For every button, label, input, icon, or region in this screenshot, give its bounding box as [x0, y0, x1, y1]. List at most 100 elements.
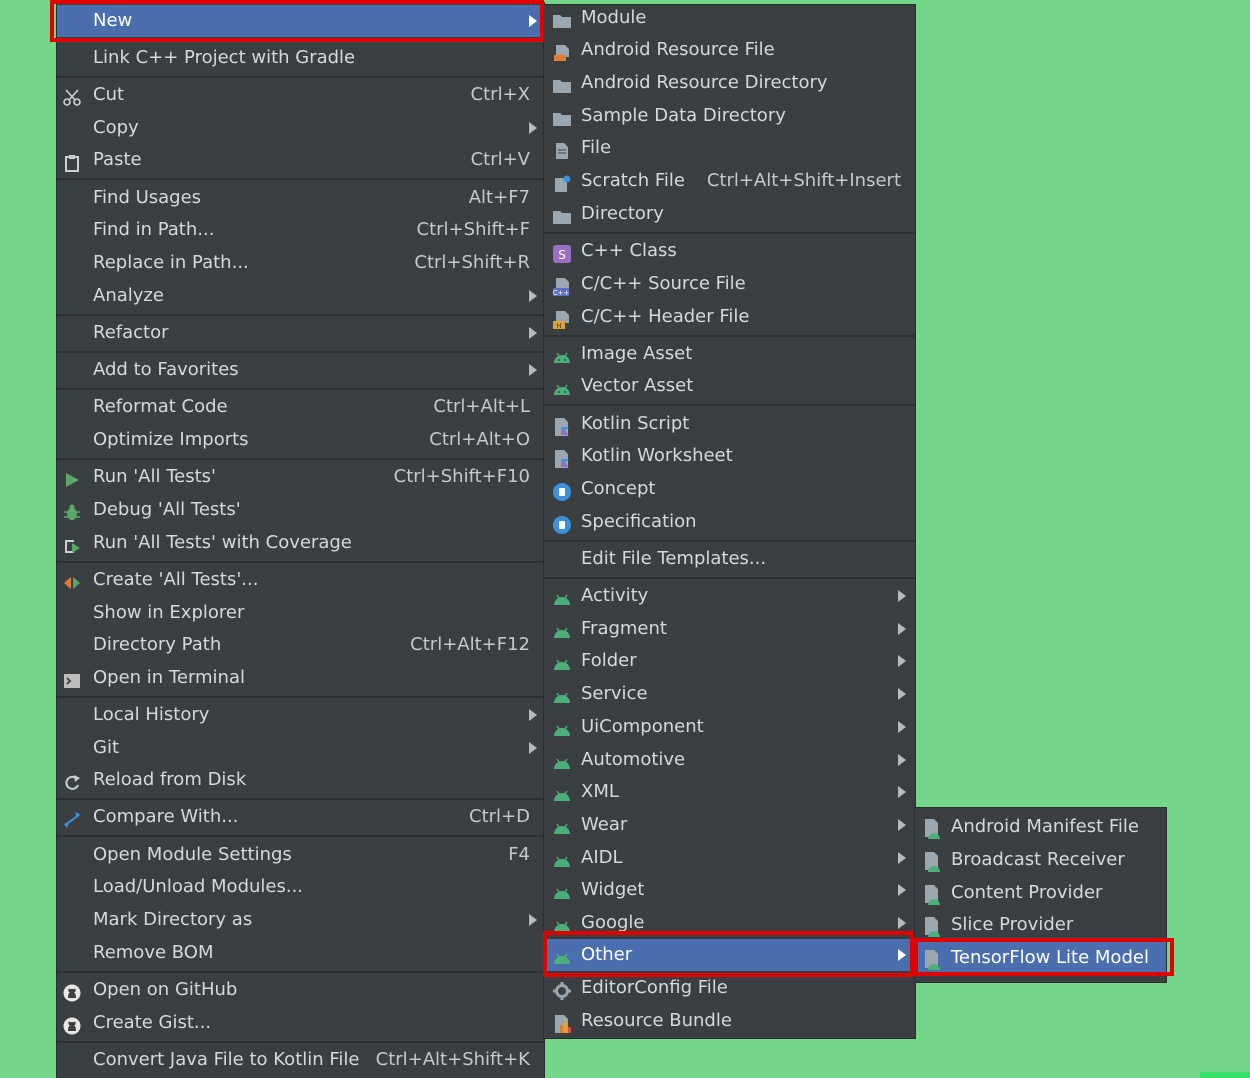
menu-item-sample-data-directory[interactable]: Sample Data Directory: [544, 100, 915, 132]
menu-item-label: Find Usages: [93, 187, 202, 208]
menu-item-copy[interactable]: Copy: [57, 112, 544, 144]
menu-item-android-manifest-file[interactable]: Android Manifest File: [915, 811, 1166, 843]
menu-item-find-usages[interactable]: Find Usages Alt+F7: [57, 182, 544, 214]
menu-item-module[interactable]: Module: [544, 2, 915, 34]
gear-icon: [552, 979, 571, 1000]
menu-item-paste[interactable]: Paste Ctrl+V: [57, 144, 544, 176]
resource-file-icon: [552, 41, 570, 61]
menu-item-link-cpp[interactable]: Link C++ Project with Gradle: [57, 42, 544, 74]
reload-icon: [63, 771, 81, 790]
menu-item-slice-provider[interactable]: Slice Provider: [915, 909, 1166, 941]
menu-item-other[interactable]: Other: [544, 939, 915, 971]
file-icon: [552, 139, 570, 159]
menu-item-vector-asset[interactable]: Vector Asset: [544, 370, 915, 402]
menu-separator: [57, 458, 544, 460]
menu-item-label: Load/Unload Modules...: [93, 876, 304, 897]
menu-item-concept[interactable]: Concept: [544, 473, 915, 505]
menu-item-label: Image Asset: [581, 343, 693, 364]
menu-item-widget[interactable]: Widget: [544, 874, 915, 906]
menu-item-editorconfig-file[interactable]: EditorConfig File: [544, 972, 915, 1004]
menu-item-create-gist[interactable]: Create Gist...: [57, 1007, 544, 1039]
menu-item-label: Kotlin Worksheet: [581, 445, 733, 466]
menu-item-fragment[interactable]: Fragment: [544, 613, 915, 645]
menu-item-android-resource-file[interactable]: Android Resource File: [544, 34, 915, 66]
menu-item-label: Edit File Templates...: [581, 548, 767, 569]
menu-item-debug-all-tests[interactable]: Debug 'All Tests': [57, 494, 544, 526]
menu-item-android-resource-directory[interactable]: Android Resource Directory: [544, 67, 915, 99]
menu-item-label: Module: [581, 7, 647, 28]
menu-item-automotive[interactable]: Automotive: [544, 744, 915, 776]
menu-item-run-with-coverage[interactable]: Run 'All Tests' with Coverage: [57, 527, 544, 559]
menu-item-open-on-github[interactable]: Open on GitHub: [57, 974, 544, 1006]
menu-item-directory-path[interactable]: Directory Path Ctrl+Alt+F12: [57, 629, 544, 661]
menu-item-find-in-path[interactable]: Find in Path... Ctrl+Shift+F: [57, 214, 544, 246]
menu-item-label: Add to Favorites: [93, 359, 239, 380]
menu-item-uicomponent[interactable]: UiComponent: [544, 711, 915, 743]
folder-icon: [552, 74, 571, 93]
menu-item-refactor[interactable]: Refactor: [57, 317, 544, 349]
cpp-class-icon: S: [552, 242, 571, 263]
menu-item-xml[interactable]: XML: [544, 776, 915, 808]
menu-item-tensorflow-lite-model[interactable]: TensorFlow Lite Model: [915, 942, 1166, 974]
menu-item-local-history[interactable]: Local History: [57, 699, 544, 731]
menu-item-label: C++ Class: [581, 240, 677, 261]
menu-item-git[interactable]: Git: [57, 732, 544, 764]
menu-item-load-unload-modules[interactable]: Load/Unload Modules...: [57, 871, 544, 903]
menu-item-run-all-tests[interactable]: Run 'All Tests' Ctrl+Shift+F10: [57, 461, 544, 493]
submenu-arrow-icon: [898, 655, 906, 667]
menu-item-file[interactable]: File: [544, 132, 915, 164]
menu-item-activity[interactable]: Activity: [544, 580, 915, 612]
menu-separator: [57, 351, 544, 353]
menu-item-label: Android Resource Directory: [581, 72, 828, 93]
menu-separator: [57, 1041, 544, 1043]
menu-item-replace-in-path[interactable]: Replace in Path... Ctrl+Shift+R: [57, 247, 544, 279]
menu-item-label: Cut: [93, 84, 125, 105]
menu-item-create-all-tests[interactable]: Create 'All Tests'...: [57, 564, 544, 596]
menu-item-show-in-explorer[interactable]: Show in Explorer: [57, 597, 544, 629]
menu-item-add-to-favorites[interactable]: Add to Favorites: [57, 354, 544, 386]
menu-item-reload-from-disk[interactable]: Reload from Disk: [57, 764, 544, 796]
menu-item-folder[interactable]: Folder: [544, 645, 915, 677]
menu-item-label: Local History: [93, 704, 210, 725]
menu-item-convert-java-to-kotlin[interactable]: Convert Java File to Kotlin File Ctrl+Alt…: [57, 1044, 544, 1076]
menu-item-cut[interactable]: Cut Ctrl+X: [57, 79, 544, 111]
menu-item-image-asset[interactable]: Image Asset: [544, 338, 915, 370]
menu-item-compare-with[interactable]: Compare With... Ctrl+D: [57, 801, 544, 833]
menu-item-remove-bom[interactable]: Remove BOM: [57, 937, 544, 969]
menu-item-google[interactable]: Google: [544, 907, 915, 939]
submenu-arrow-icon: [529, 290, 537, 302]
menu-item-specification[interactable]: Specification: [544, 506, 915, 538]
menu-item-kotlin-worksheet[interactable]: Kotlin Worksheet: [544, 440, 915, 472]
menu-item-content-provider[interactable]: Content Provider: [915, 877, 1166, 909]
menu-item-cpp-source-file[interactable]: C++ C/C++ Source File: [544, 268, 915, 300]
menu-item-cpp-header-file[interactable]: H C/C++ Header File: [544, 301, 915, 333]
menu-item-label: Git: [93, 737, 120, 758]
menu-item-open-in-terminal[interactable]: Open in Terminal: [57, 662, 544, 694]
menu-item-kotlin-script[interactable]: Kotlin Script: [544, 408, 915, 440]
menu-item-mark-directory-as[interactable]: Mark Directory as: [57, 904, 544, 936]
submenu-arrow-icon: [529, 122, 537, 134]
menu-item-label: Paste: [93, 149, 142, 170]
menu-item-wear[interactable]: Wear: [544, 809, 915, 841]
menu-item-label: Specification: [581, 511, 697, 532]
compare-icon: [63, 808, 81, 828]
menu-item-edit-file-templates[interactable]: Edit File Templates...: [544, 543, 915, 575]
submenu-arrow-icon: [898, 623, 906, 635]
menu-item-optimize-imports[interactable]: Optimize Imports Ctrl+Alt+O: [57, 424, 544, 456]
menu-separator: [57, 388, 544, 390]
menu-item-open-module-settings[interactable]: Open Module Settings F4: [57, 839, 544, 871]
menu-item-label: Activity: [581, 585, 649, 606]
menu-item-resource-bundle[interactable]: Resource Bundle: [544, 1005, 915, 1037]
menu-item-label: Automotive: [581, 749, 686, 770]
menu-item-cpp-class[interactable]: S C++ Class: [544, 235, 915, 267]
menu-item-service[interactable]: Service: [544, 678, 915, 710]
menu-item-aidl[interactable]: AIDL: [544, 842, 915, 874]
menu-item-scratch-file[interactable]: Scratch File Ctrl+Alt+Shift+Insert: [544, 165, 915, 197]
menu-item-analyze[interactable]: Analyze: [57, 280, 544, 312]
menu-item-directory[interactable]: Directory: [544, 198, 915, 230]
menu-item-reformat-code[interactable]: Reformat Code Ctrl+Alt+L: [57, 391, 544, 423]
menu-item-label: Scratch File: [581, 170, 685, 191]
menu-item-broadcast-receiver[interactable]: Broadcast Receiver: [915, 844, 1166, 876]
menu-item-new[interactable]: New: [57, 5, 544, 37]
menu-separator: [57, 178, 544, 180]
